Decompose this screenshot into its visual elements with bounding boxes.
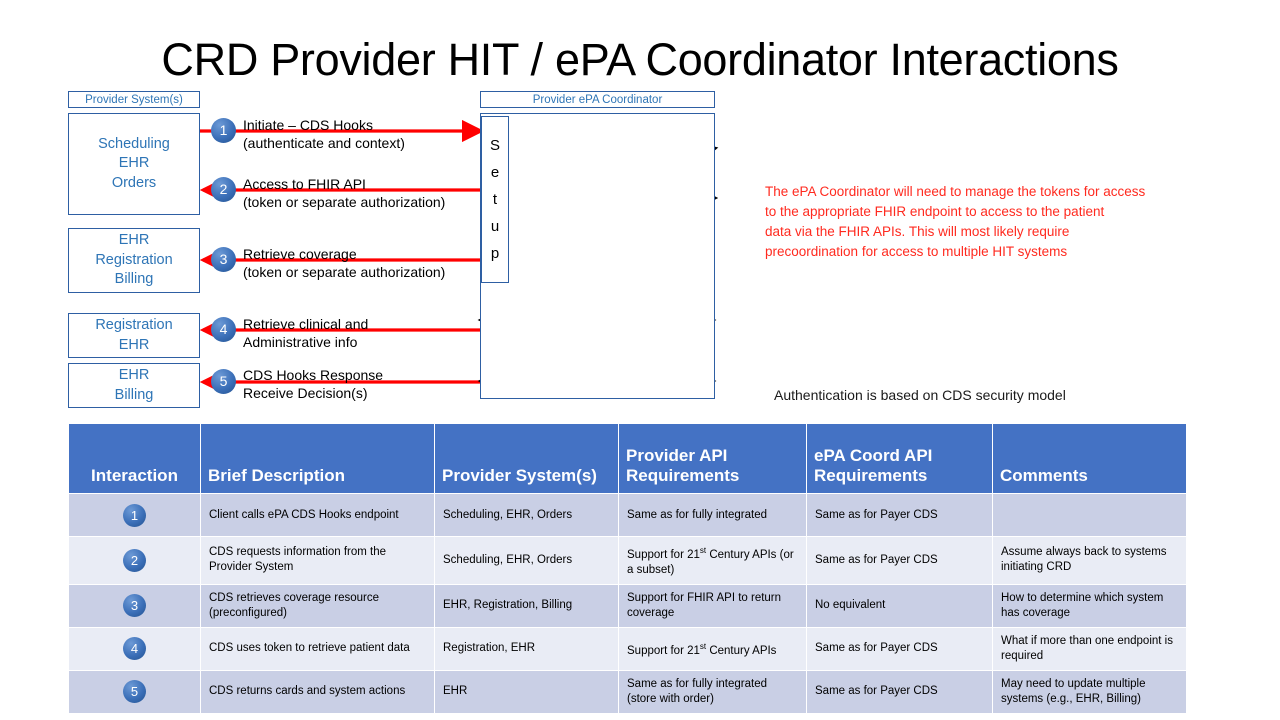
table-cell-epa-api: Same as for Payer CDS bbox=[806, 626, 993, 671]
table-header-provider-api-requirements[interactable]: Provider API Requirements bbox=[618, 423, 807, 494]
arrow-label-5: CDS Hooks Response Receive Decision(s) bbox=[243, 366, 383, 402]
table-cell-interaction-number: 2 bbox=[68, 536, 201, 585]
table-cell-comments bbox=[992, 493, 1187, 537]
arrow-label-2: Access to FHIR API (token or separate au… bbox=[243, 175, 445, 211]
provider-box-2-line-3: Billing bbox=[114, 271, 154, 288]
badge-interaction-2: 2 bbox=[211, 177, 236, 202]
note-token-management-line-3: data via the FHIR APIs. This will most l… bbox=[765, 224, 1070, 239]
arrow-label-1-line-1: Initiate – CDS Hooks bbox=[243, 117, 373, 133]
provider-box-1-line-1: Scheduling bbox=[98, 135, 170, 152]
setup-box: S e t u p bbox=[481, 116, 509, 283]
provider-box-1: Scheduling EHR Orders bbox=[68, 113, 200, 215]
table-cell-brief-description: CDS returns cards and system actions bbox=[200, 669, 435, 714]
interaction-badge: 3 bbox=[123, 594, 146, 618]
provider-box-4: EHR Billing bbox=[68, 363, 200, 408]
arrow-label-4-line-2: Administrative info bbox=[243, 334, 358, 350]
table-cell-provider-api: Support for 21st Century APIs (or a subs… bbox=[618, 536, 807, 585]
table-header-brief-description[interactable]: Brief Description bbox=[200, 423, 435, 494]
arrow-label-2-line-2: (token or separate authorization) bbox=[243, 194, 446, 210]
table-header-comments[interactable]: Comments bbox=[992, 423, 1187, 494]
lane-label-provider-epa-coordinator: Provider ePA Coordinator bbox=[480, 91, 715, 108]
table-header-provider-systems[interactable]: Provider System(s) bbox=[434, 423, 619, 494]
arrow-label-1: Initiate – CDS Hooks (authenticate and c… bbox=[243, 116, 405, 152]
interaction-badge: 2 bbox=[123, 548, 146, 572]
table-cell-brief-description: CDS requests information from the Provid… bbox=[200, 536, 435, 585]
provider-box-3-line-1: Registration bbox=[95, 317, 173, 333]
provider-box-4-line-1: EHR bbox=[118, 367, 150, 383]
badge-interaction-4: 4 bbox=[211, 317, 236, 342]
provider-box-2-line-1: EHR bbox=[118, 232, 150, 249]
badge-interaction-5: 5 bbox=[211, 369, 236, 394]
interaction-badge: 5 bbox=[123, 680, 146, 704]
table-cell-provider-api: Same as for fully integrated (store with… bbox=[618, 669, 807, 714]
badge-interaction-1: 1 bbox=[211, 118, 236, 143]
note-token-management-line-4: precoordination for access to multiple H… bbox=[765, 244, 1068, 259]
badge-interaction-3: 3 bbox=[211, 247, 236, 272]
interaction-requirements-table: Interaction Brief Description Provider S… bbox=[68, 423, 1187, 714]
table-cell-interaction-number: 1 bbox=[68, 493, 201, 537]
provider-box-2-line-2: Registration bbox=[95, 251, 173, 268]
table-cell-comments: Assume always back to systems initiating… bbox=[992, 536, 1187, 585]
table-row[interactable]: 4 CDS uses token to retrieve patient data… bbox=[68, 626, 1187, 671]
arrow-label-3-line-2: (token or separate authorization) bbox=[243, 264, 446, 280]
table-body: 1 Client calls ePA CDS Hooks endpoint Sche… bbox=[68, 493, 1187, 714]
arrow-label-1-line-2: (authenticate and context) bbox=[243, 135, 405, 151]
table-header-interaction[interactable]: Interaction bbox=[68, 423, 201, 494]
table-cell-epa-api: Same as for Payer CDS bbox=[806, 669, 993, 714]
table-cell-comments: May need to update multiple systems (e.g… bbox=[992, 669, 1187, 714]
table-row[interactable]: 3 CDS retrieves coverage resource (precon… bbox=[68, 583, 1187, 628]
table-cell-provider-api: Same as for fully integrated bbox=[618, 493, 807, 537]
table-cell-provider-systems: EHR, Registration, Billing bbox=[434, 583, 619, 628]
table-cell-epa-api: No equivalent bbox=[806, 583, 993, 628]
note-token-management-line-2: to the appropriate FHIR endpoint to acce… bbox=[765, 204, 1105, 219]
setup-label-t: t bbox=[492, 191, 498, 208]
table-cell-interaction-number: 4 bbox=[68, 626, 201, 671]
table-cell-comments: What if more than one endpoint is requir… bbox=[992, 626, 1187, 671]
table-cell-epa-api: Same as for Payer CDS bbox=[806, 493, 993, 537]
table-cell-epa-api: Same as for Payer CDS bbox=[806, 536, 993, 585]
lane-label-provider-system: Provider System(s) bbox=[68, 91, 200, 108]
setup-label-p: p bbox=[490, 245, 500, 262]
interaction-badge: 4 bbox=[123, 637, 146, 661]
interaction-badge: 1 bbox=[123, 503, 146, 527]
table-cell-brief-description: CDS uses token to retrieve patient data bbox=[200, 626, 435, 671]
provider-box-4-line-2: Billing bbox=[114, 386, 154, 403]
table-cell-comments: How to determine which system has covera… bbox=[992, 583, 1187, 628]
arrow-label-3-line-1: Retrieve coverage bbox=[243, 246, 357, 262]
provider-box-1-line-3: Orders bbox=[111, 174, 157, 191]
table-cell-interaction-number: 3 bbox=[68, 583, 201, 628]
provider-box-2: EHR Registration Billing bbox=[68, 228, 200, 293]
setup-label-e: e bbox=[490, 164, 500, 181]
table-cell-provider-api: Support for 21st Century APIs bbox=[618, 626, 807, 671]
arrow-label-3: Retrieve coverage (token or separate aut… bbox=[243, 245, 445, 281]
table-header-row: Interaction Brief Description Provider S… bbox=[68, 423, 1187, 494]
note-token-management-line-1: The ePA Coordinator will need to manage … bbox=[765, 184, 1146, 199]
table-cell-provider-systems: Registration, EHR bbox=[434, 626, 619, 671]
table-row[interactable]: 1 Client calls ePA CDS Hooks endpoint Sche… bbox=[68, 493, 1187, 537]
provider-box-1-line-2: EHR bbox=[118, 155, 150, 172]
table-cell-brief-description: Client calls ePA CDS Hooks endpoint bbox=[200, 493, 435, 537]
table-cell-interaction-number: 5 bbox=[68, 669, 201, 714]
note-authentication: Authentication is based on CDS security … bbox=[774, 387, 1066, 403]
table-header-epa-coord-api-requirements[interactable]: ePA Coord API Requirements bbox=[806, 423, 993, 494]
arrow-label-5-line-1: CDS Hooks Response bbox=[243, 367, 384, 383]
arrow-label-4: Retrieve clinical and Administrative inf… bbox=[243, 315, 368, 351]
arrow-label-5-line-2: Receive Decision(s) bbox=[243, 385, 368, 401]
table-row[interactable]: 5 CDS returns cards and system actions EHR… bbox=[68, 669, 1187, 714]
table-row[interactable]: 2 CDS requests information from the Provi… bbox=[68, 536, 1187, 585]
table-cell-provider-api: Support for FHIR API to return coverage bbox=[618, 583, 807, 628]
arrow-label-2-line-1: Access to FHIR API bbox=[243, 176, 366, 192]
note-token-management: The ePA Coordinator will need to manage … bbox=[765, 182, 1195, 262]
sequence-diagram: Provider System(s) Provider ePA Coordina… bbox=[0, 0, 1280, 415]
setup-label-u: u bbox=[490, 218, 500, 235]
epa-coordinator-box bbox=[480, 113, 715, 399]
table-cell-provider-systems: Scheduling, EHR, Orders bbox=[434, 536, 619, 585]
provider-box-3-line-2: EHR bbox=[118, 336, 150, 353]
table-cell-provider-systems: Scheduling, EHR, Orders bbox=[434, 493, 619, 537]
arrow-label-4-line-1: Retrieve clinical and bbox=[243, 316, 369, 332]
provider-box-3: Registration EHR bbox=[68, 313, 200, 358]
setup-label-s: S bbox=[489, 137, 500, 154]
table-cell-provider-systems: EHR bbox=[434, 669, 619, 714]
table-cell-brief-description: CDS retrieves coverage resource (preconf… bbox=[200, 583, 435, 628]
